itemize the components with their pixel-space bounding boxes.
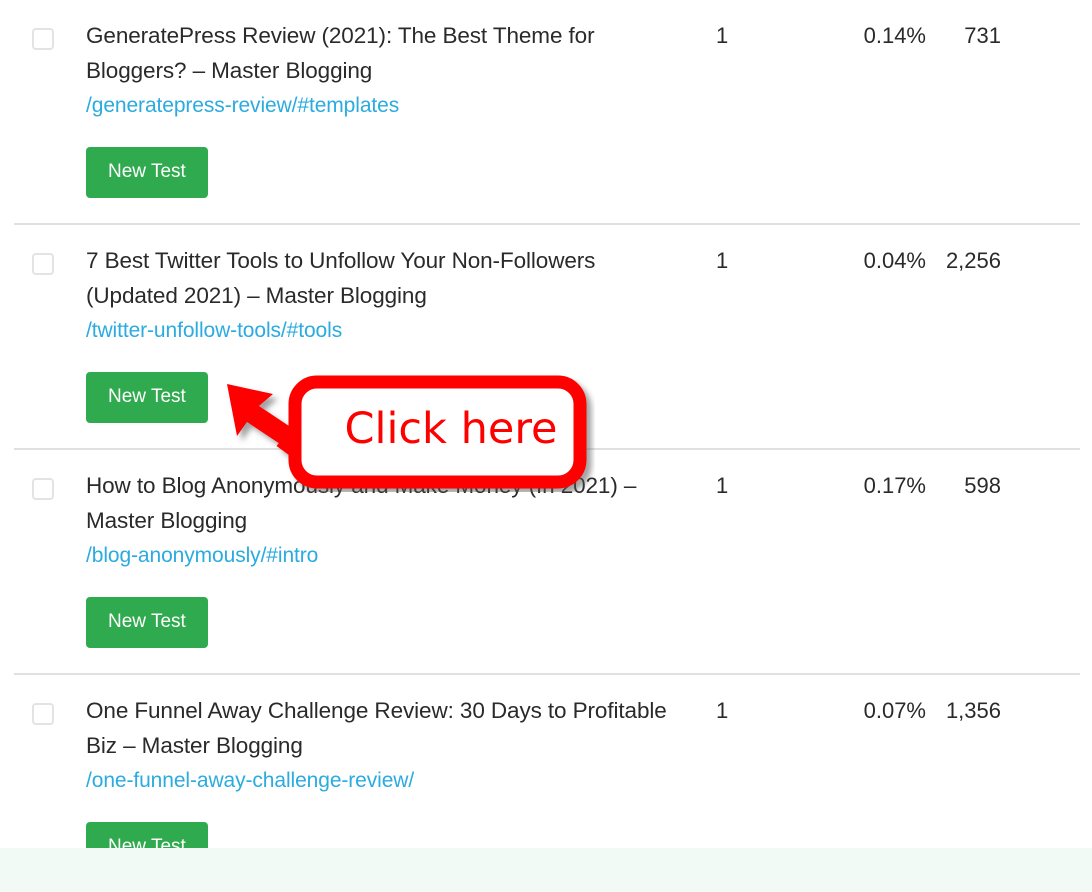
row-select-checkbox[interactable] bbox=[32, 478, 54, 500]
impressions-value: 598 bbox=[964, 473, 1001, 498]
row-action-wrap: New Test bbox=[86, 822, 696, 873]
ctr-value: 0.14% bbox=[863, 23, 926, 48]
row-checkbox-cell bbox=[0, 693, 86, 725]
page-url-link[interactable]: /twitter-unfollow-tools/#tools bbox=[86, 314, 696, 348]
row-action-wrap: New Test bbox=[86, 597, 696, 648]
new-test-button[interactable]: New Test bbox=[86, 597, 208, 648]
page-url-link[interactable]: /generatepress-review/#templates bbox=[86, 89, 696, 123]
screenshot-root: GeneratePress Review (2021): The Best Th… bbox=[0, 0, 1092, 892]
row-checkbox-cell bbox=[0, 243, 86, 275]
clicks-value: 1 bbox=[716, 698, 729, 723]
page-title: 7 Best Twitter Tools to Unfollow Your No… bbox=[86, 248, 596, 308]
row-select-checkbox[interactable] bbox=[32, 28, 54, 50]
page-title: How to Blog Anonymously and Make Money (… bbox=[86, 473, 637, 533]
table-row: GeneratePress Review (2021): The Best Th… bbox=[0, 0, 1092, 225]
impressions-value: 731 bbox=[964, 23, 1001, 48]
row-action-wrap: New Test bbox=[86, 372, 696, 423]
row-action-wrap: New Test bbox=[86, 147, 696, 198]
new-test-button[interactable]: New Test bbox=[86, 372, 208, 423]
page-title: GeneratePress Review (2021): The Best Th… bbox=[86, 23, 595, 83]
row-main-cell: How to Blog Anonymously and Make Money (… bbox=[86, 468, 696, 648]
table-row: 7 Best Twitter Tools to Unfollow Your No… bbox=[0, 225, 1092, 450]
row-select-checkbox[interactable] bbox=[32, 253, 54, 275]
clicks-value: 1 bbox=[716, 248, 729, 273]
impressions-value: 2,256 bbox=[945, 248, 1001, 273]
row-main-cell: One Funnel Away Challenge Review: 30 Day… bbox=[86, 693, 696, 873]
row-main-cell: 7 Best Twitter Tools to Unfollow Your No… bbox=[86, 243, 696, 423]
ctr-value: 0.04% bbox=[863, 248, 926, 273]
impressions-value: 1,356 bbox=[945, 698, 1001, 723]
clicks-value: 1 bbox=[716, 473, 729, 498]
page-url-link[interactable]: /blog-anonymously/#intro bbox=[86, 539, 696, 573]
row-select-checkbox[interactable] bbox=[32, 703, 54, 725]
row-checkbox-cell bbox=[0, 468, 86, 500]
page-url-link[interactable]: /one-funnel-away-challenge-review/ bbox=[86, 764, 696, 798]
row-main-cell: GeneratePress Review (2021): The Best Th… bbox=[86, 18, 696, 198]
table-row: How to Blog Anonymously and Make Money (… bbox=[0, 450, 1092, 675]
results-table: GeneratePress Review (2021): The Best Th… bbox=[0, 0, 1092, 892]
page-title: One Funnel Away Challenge Review: 30 Day… bbox=[86, 698, 667, 758]
row-checkbox-cell bbox=[0, 18, 86, 50]
new-test-button[interactable]: New Test bbox=[86, 147, 208, 198]
ctr-value: 0.07% bbox=[863, 698, 926, 723]
ctr-value: 0.17% bbox=[863, 473, 926, 498]
new-test-button[interactable]: New Test bbox=[86, 822, 208, 873]
table-row: One Funnel Away Challenge Review: 30 Day… bbox=[0, 675, 1092, 892]
clicks-value: 1 bbox=[716, 23, 729, 48]
